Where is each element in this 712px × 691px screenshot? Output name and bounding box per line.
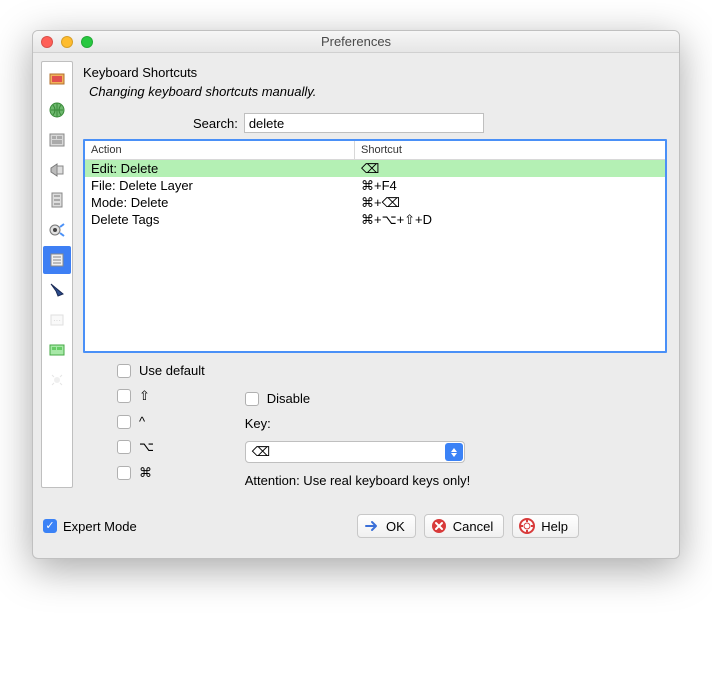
sidebar-item-remote[interactable] bbox=[43, 366, 71, 394]
use-default-label: Use default bbox=[139, 363, 205, 378]
cell-shortcut: ⌘+F4 bbox=[355, 177, 665, 194]
cmd-checkbox[interactable]: ⌘ bbox=[117, 465, 205, 481]
page-title: Keyboard Shortcuts bbox=[83, 65, 667, 80]
cell-shortcut: ⌘+⌫ bbox=[355, 194, 665, 211]
help-icon bbox=[519, 518, 537, 534]
disable-label: Disable bbox=[267, 391, 310, 406]
shift-label: ⇧ bbox=[139, 388, 150, 404]
cell-action: Mode: Delete bbox=[85, 194, 355, 211]
ctrl-label: ^ bbox=[139, 414, 145, 429]
sidebar-item-shortcuts[interactable] bbox=[43, 246, 71, 274]
sidebar-item-plugins[interactable] bbox=[43, 156, 71, 184]
sidebar-item-audio[interactable] bbox=[43, 216, 71, 244]
key-label: Key: bbox=[245, 416, 470, 431]
category-sidebar: ··· bbox=[41, 61, 73, 488]
preferences-window: Preferences ··· Keyboard Shortcuts Chang… bbox=[32, 30, 680, 559]
use-default-checkbox[interactable]: Use default bbox=[117, 363, 205, 378]
expert-mode-label: Expert Mode bbox=[63, 519, 137, 534]
cell-shortcut: ⌘+⌥+⇧+D bbox=[355, 211, 665, 228]
search-input[interactable] bbox=[244, 113, 484, 133]
disable-checkbox[interactable]: Disable bbox=[245, 391, 470, 406]
alt-input[interactable] bbox=[117, 440, 131, 454]
use-default-input[interactable] bbox=[117, 364, 131, 378]
main-panel: Keyboard Shortcuts Changing keyboard sho… bbox=[79, 61, 671, 488]
key-select[interactable]: ⌫ bbox=[245, 441, 465, 463]
sidebar-item-imagery[interactable] bbox=[43, 336, 71, 364]
sidebar-item-backup[interactable]: ··· bbox=[43, 306, 71, 334]
svg-text:···: ··· bbox=[53, 316, 61, 325]
cell-action: Edit: Delete bbox=[85, 160, 355, 177]
ctrl-checkbox[interactable]: ^ bbox=[117, 414, 205, 429]
col-shortcut[interactable]: Shortcut bbox=[355, 141, 665, 159]
expert-mode-checkbox[interactable]: Expert Mode bbox=[43, 519, 137, 534]
shift-checkbox[interactable]: ⇧ bbox=[117, 388, 205, 404]
search-label: Search: bbox=[193, 116, 238, 131]
cancel-label: Cancel bbox=[453, 519, 493, 534]
dialog-footer: Expert Mode OK Cancel Help bbox=[33, 496, 679, 558]
ok-icon bbox=[364, 518, 382, 534]
expert-mode-input[interactable] bbox=[43, 519, 57, 533]
key-select-value: ⌫ bbox=[252, 444, 270, 460]
alt-checkbox[interactable]: ⌥ bbox=[117, 439, 205, 455]
table-row[interactable]: Mode: Delete ⌘+⌫ bbox=[85, 194, 665, 211]
sidebar-item-connection[interactable] bbox=[43, 96, 71, 124]
shift-input[interactable] bbox=[117, 389, 131, 403]
table-row[interactable]: Edit: Delete ⌫ bbox=[85, 160, 665, 177]
shortcuts-table[interactable]: Action Shortcut Edit: Delete ⌫ File: Del… bbox=[83, 139, 667, 353]
dropdown-arrow-icon[interactable] bbox=[445, 443, 463, 461]
titlebar[interactable]: Preferences bbox=[33, 31, 679, 53]
ok-button[interactable]: OK bbox=[357, 514, 416, 538]
help-label: Help bbox=[541, 519, 568, 534]
table-row[interactable]: File: Delete Layer ⌘+F4 bbox=[85, 177, 665, 194]
cell-action: File: Delete Layer bbox=[85, 177, 355, 194]
cmd-input[interactable] bbox=[117, 466, 131, 480]
sidebar-item-toolbar[interactable] bbox=[43, 186, 71, 214]
cell-action: Delete Tags bbox=[85, 211, 355, 228]
sidebar-item-map[interactable] bbox=[43, 126, 71, 154]
cmd-label: ⌘ bbox=[139, 465, 152, 481]
cancel-button[interactable]: Cancel bbox=[424, 514, 504, 538]
cell-shortcut: ⌫ bbox=[355, 160, 665, 177]
ok-label: OK bbox=[386, 519, 405, 534]
page-subtitle: Changing keyboard shortcuts manually. bbox=[89, 84, 667, 99]
sidebar-item-validator[interactable] bbox=[43, 276, 71, 304]
table-header: Action Shortcut bbox=[85, 141, 665, 160]
key-warning: Attention: Use real keyboard keys only! bbox=[245, 473, 470, 488]
sidebar-item-display[interactable] bbox=[43, 66, 71, 94]
table-row[interactable]: Delete Tags ⌘+⌥+⇧+D bbox=[85, 211, 665, 228]
window-title: Preferences bbox=[33, 34, 679, 49]
help-button[interactable]: Help bbox=[512, 514, 579, 538]
cancel-icon bbox=[431, 518, 449, 534]
col-action[interactable]: Action bbox=[85, 141, 355, 159]
disable-input[interactable] bbox=[245, 392, 259, 406]
ctrl-input[interactable] bbox=[117, 415, 131, 429]
alt-label: ⌥ bbox=[139, 439, 154, 455]
